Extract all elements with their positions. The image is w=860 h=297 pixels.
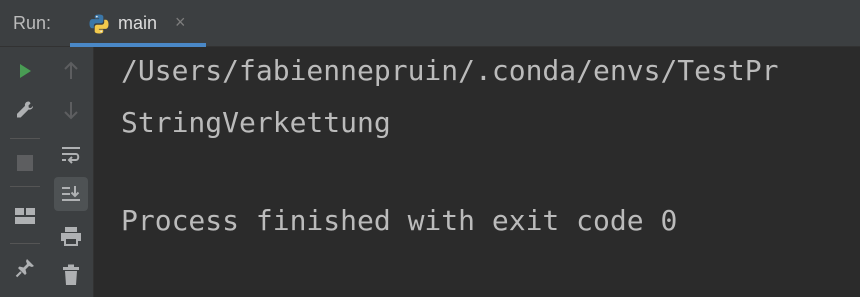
- scroll-down-button[interactable]: [54, 93, 88, 127]
- toolbar-separator: [10, 138, 40, 139]
- tab-main[interactable]: main ×: [70, 0, 206, 47]
- print-icon: [61, 227, 81, 246]
- soft-wrap-button[interactable]: [54, 137, 88, 171]
- play-icon: [20, 64, 31, 78]
- close-icon[interactable]: ×: [175, 12, 186, 33]
- run-tool-window-header: Run: main ×: [0, 0, 860, 47]
- rerun-button[interactable]: [8, 54, 42, 88]
- console-line: Process finished with exit code 0: [121, 204, 678, 237]
- soft-wrap-icon: [62, 147, 80, 164]
- console-output[interactable]: /Users/fabiennepruin/.conda/envs/TestPr …: [95, 47, 860, 297]
- stop-button[interactable]: [8, 146, 42, 180]
- scroll-to-end-button[interactable]: [54, 177, 88, 211]
- pin-icon: [15, 259, 34, 278]
- stop-icon: [17, 155, 33, 171]
- wrench-icon: [17, 101, 33, 118]
- arrow-down-icon: [64, 102, 78, 120]
- console-line: /Users/fabiennepruin/.conda/envs/TestPr: [121, 54, 779, 87]
- trash-icon: [63, 264, 79, 285]
- settings-button[interactable]: [8, 93, 42, 127]
- arrow-up-icon: [64, 61, 78, 79]
- tab-title: main: [118, 13, 158, 33]
- scroll-to-end-icon: [62, 186, 80, 201]
- run-label: Run:: [13, 13, 52, 33]
- python-icon: [88, 13, 110, 39]
- clear-button[interactable]: [54, 258, 88, 292]
- print-button[interactable]: [54, 219, 88, 253]
- layout-button[interactable]: [8, 199, 42, 233]
- scroll-up-button[interactable]: [54, 54, 88, 88]
- toolbar-separator: [10, 186, 40, 187]
- layout-icon: [15, 208, 35, 224]
- toolbar-separator: [10, 243, 40, 244]
- pin-button[interactable]: [8, 251, 42, 285]
- console-line: StringVerkettung: [121, 106, 391, 139]
